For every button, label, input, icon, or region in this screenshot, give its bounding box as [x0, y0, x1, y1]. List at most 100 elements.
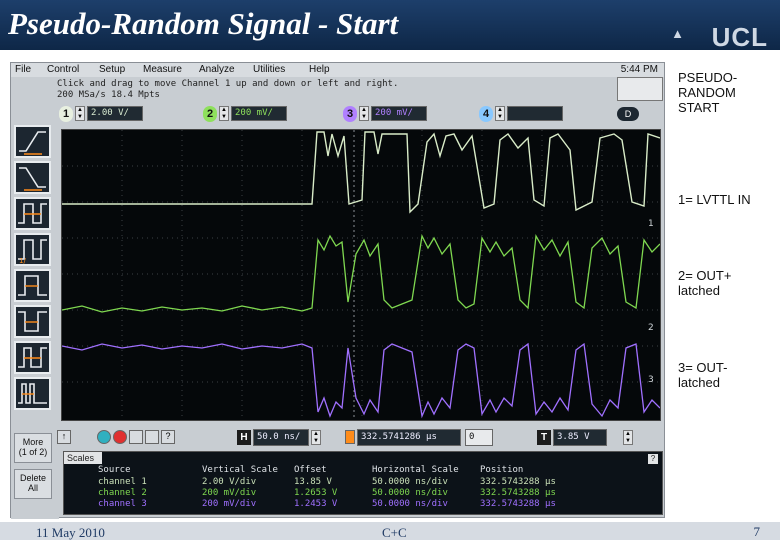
channel-controls: 1 ▲ ▼ 2.00 V/ 2 ▲ ▼ 200 mV/ 3 ▲ ▼ 200 mV/ 4… [57, 103, 663, 125]
menu-file[interactable]: File [15, 64, 31, 75]
grid [62, 130, 660, 420]
row-vertical-scale: 2.00 V/div [202, 477, 257, 487]
header-source: Source [98, 465, 131, 475]
note-line: latched [678, 283, 720, 298]
header-offset: Offset [294, 465, 327, 475]
positive-width-icon[interactable] [14, 269, 51, 302]
header-vertical-scale: Vertical Scale [202, 465, 278, 475]
ground-markers: 1 2 3 [648, 219, 654, 385]
trigger-stepper[interactable]: ▲ ▼ [623, 430, 633, 445]
channel-1-trace [62, 131, 660, 214]
row-offset: 1.2453 V [294, 499, 338, 509]
print-icon[interactable] [145, 430, 159, 444]
table-row: channel 3 200 mV/div 1.2453 V 50.0000 ns… [64, 499, 662, 510]
channel-3-scale[interactable]: 200 mV/ [371, 106, 427, 121]
note-line: START [678, 100, 720, 115]
note-pseudo-random-start: PSEUDO- RANDOM START [678, 70, 737, 115]
svg-text:1: 1 [648, 219, 654, 229]
row-offset: 13.85 V [294, 477, 332, 487]
horizontal-scale[interactable]: 50.0 ns/ [253, 429, 309, 446]
channel-2-stepper[interactable]: ▲ ▼ [219, 106, 229, 121]
scales-panel: Scales ? Source Vertical Scale Offset Ho… [63, 451, 663, 515]
channel-2-scale[interactable]: 200 mV/ [231, 106, 287, 121]
horizontal-stepper[interactable]: ▲ ▼ [311, 430, 321, 445]
row-vertical-scale: 200 mV/div [202, 488, 257, 498]
row-horizontal-scale: 50.0000 ns/div [372, 477, 448, 487]
channel-4-scale[interactable] [507, 106, 563, 121]
negative-width-icon[interactable] [14, 305, 51, 338]
oscilloscope-window: File Control Setup Measure Analyze Utili… [10, 62, 665, 519]
channel-2-button[interactable]: 2 [203, 106, 217, 122]
svg-text:3: 3 [648, 375, 654, 385]
delete-label: Delete [19, 473, 46, 483]
channel-3-trace [62, 342, 660, 419]
note-line: 3= OUT- [678, 360, 728, 375]
menu-utilities[interactable]: Utilities [253, 64, 285, 75]
duty-cycle-icon[interactable] [14, 341, 51, 374]
camera-icon[interactable] [129, 430, 143, 444]
trigger-level[interactable]: 3.85 V [553, 429, 607, 446]
scales-tab[interactable]: Scales [64, 452, 102, 464]
period-icon[interactable] [14, 197, 51, 230]
menu-control[interactable]: Control [47, 64, 79, 75]
channel-1-stepper[interactable]: ▲ ▼ [75, 106, 85, 121]
menu-setup[interactable]: Setup [99, 64, 125, 75]
row-position: 332.5743288 µs [480, 499, 556, 509]
channel-3-button[interactable]: 3 [343, 106, 357, 122]
slide-footer: 11 May 2010 C+C 7 [0, 522, 780, 540]
slide-title: Pseudo-Random Signal - Start [8, 6, 399, 41]
fall-time-icon[interactable] [14, 161, 51, 194]
burst-width-icon[interactable] [14, 377, 51, 410]
instruction-text: Click and drag to move Channel 1 up and … [57, 79, 477, 101]
delay-marker-icon[interactable] [345, 430, 355, 444]
row-source: channel 1 [98, 477, 147, 487]
row-vertical-scale: 200 mV/div [202, 499, 257, 509]
position-step[interactable]: 0 [465, 429, 493, 446]
row-position: 332.5743288 µs [480, 477, 556, 487]
instruction-line-1: Click and drag to move Channel 1 up and … [57, 79, 399, 89]
horizontal-position[interactable]: 332.5741286 µs [357, 429, 461, 446]
help-icon[interactable]: ? [161, 430, 175, 444]
waveform-display[interactable]: 1 2 3 [61, 129, 661, 421]
delete-all-button[interactable]: Delete All [14, 469, 52, 499]
more-label: More [22, 437, 44, 447]
row-horizontal-scale: 50.0000 ns/div [372, 488, 448, 498]
delete-sublabel: All [27, 483, 38, 493]
note-line: latched [678, 375, 720, 390]
header-position: Position [480, 465, 524, 475]
color-dot-icon[interactable] [97, 430, 111, 444]
rise-time-icon[interactable] [14, 125, 51, 158]
channel-3-stepper[interactable]: ▲ ▼ [359, 106, 369, 121]
channel-2-trace [62, 233, 660, 313]
page-number: 7 [753, 524, 761, 539]
more-button[interactable]: More (1 of 2) [14, 433, 52, 463]
digital-channels-button[interactable]: D [617, 107, 639, 121]
title-bar: Pseudo-Random Signal - Start ▲ UCL [0, 0, 780, 52]
scales-header-row: Source Vertical Scale Offset Horizontal … [64, 465, 662, 476]
channel-4-stepper[interactable]: ▲ ▼ [495, 106, 505, 121]
svg-text:2: 2 [648, 323, 654, 333]
note-line: 2= OUT+ [678, 268, 732, 283]
note-channel-3: 3= OUT- latched [678, 360, 728, 390]
channel-4-button[interactable]: 4 [479, 106, 493, 122]
menu-measure[interactable]: Measure [143, 64, 182, 75]
menu-analyze[interactable]: Analyze [199, 64, 235, 75]
trigger-tag: T [537, 430, 551, 445]
table-row: channel 1 2.00 V/div 13.85 V 50.0000 ns/… [64, 477, 662, 488]
ucl-logo: UCL [711, 22, 768, 52]
frequency-icon[interactable]: 1/ [14, 233, 51, 266]
run-control-button[interactable] [617, 77, 663, 101]
row-source: channel 2 [98, 488, 147, 498]
channel-1-button[interactable]: 1 [59, 106, 73, 122]
footer-date: 11 May 2010 [36, 525, 105, 540]
row-horizontal-scale: 50.0000 ns/div [372, 499, 448, 509]
horizontal-tag: H [237, 430, 251, 445]
table-row: channel 2 200 mV/div 1.2653 V 50.0000 ns… [64, 488, 662, 499]
arrow-up-icon[interactable]: ↑ [57, 430, 71, 444]
menu-bar: File Control Setup Measure Analyze Utili… [11, 63, 664, 77]
panel-help-icon[interactable]: ? [648, 454, 658, 464]
menu-help[interactable]: Help [309, 64, 330, 75]
channel-1-scale[interactable]: 2.00 V/ [87, 106, 143, 121]
stop-icon[interactable] [113, 430, 127, 444]
measurement-toolstrip: 1/ More (1 of 2) Delete All [11, 77, 59, 519]
